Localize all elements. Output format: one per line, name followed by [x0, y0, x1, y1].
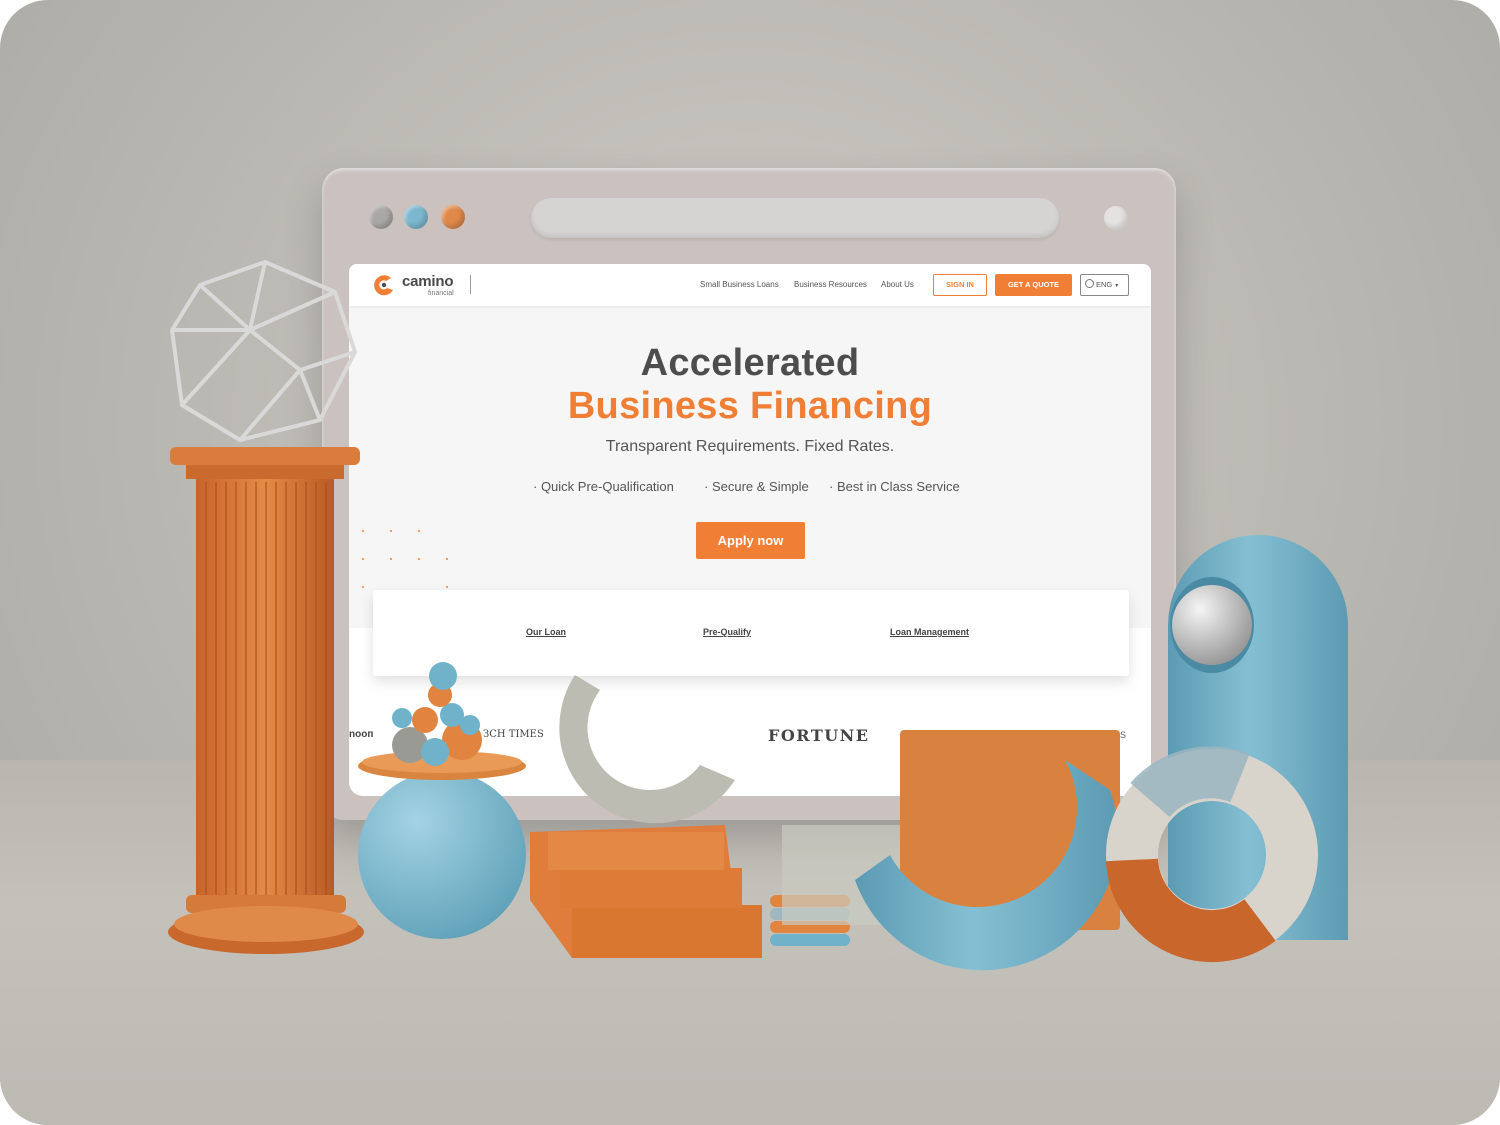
press-logo-partial-3: REUTERS: [1083, 730, 1127, 740]
nav-business-resources[interactable]: Business Resources: [794, 280, 867, 289]
language-selector[interactable]: ENG ▾: [1080, 274, 1129, 296]
sign-in-button[interactable]: SIGN IN: [933, 274, 987, 296]
nav-small-business-loans[interactable]: Small Business Loans: [700, 280, 779, 289]
language-label: ENG: [1096, 280, 1113, 289]
feature-bullet-secure: · Secure & Simple: [704, 479, 809, 494]
window-minimize-dot[interactable]: [404, 205, 428, 229]
website: camino financial Small Business Loans Bu…: [349, 264, 1151, 796]
tab-loan-management[interactable]: Loan Management: [890, 627, 969, 637]
address-bar[interactable]: [531, 198, 1059, 238]
loan-tabs-card: Our Loan Pre-Qualify Loan Management: [373, 590, 1129, 676]
chevron-down-icon: ▾: [1115, 283, 1119, 289]
feature-bullet-prequal: · Quick Pre-Qualification: [533, 479, 674, 494]
window-maximize-dot[interactable]: [441, 205, 465, 229]
feature-bullet-service: · Best in Class Service: [829, 479, 960, 494]
logo-subtitle: financial: [428, 290, 454, 297]
tab-our-loan[interactable]: Our Loan: [526, 627, 566, 637]
hero-title-line2: Business Financing: [567, 385, 933, 427]
get-a-quote-button[interactable]: GET A QUOTE: [995, 274, 1072, 296]
dot-pattern: [362, 530, 452, 592]
press-logo-fortune: FORTUNE: [768, 726, 870, 745]
browser-menu-button[interactable]: [1104, 206, 1128, 230]
camino-logo-icon[interactable]: [371, 274, 397, 296]
globe-icon: [1085, 279, 1094, 288]
apply-now-button[interactable]: Apply now: [696, 522, 805, 559]
press-logo-partial-2: ЗCH TIMES: [483, 729, 544, 740]
window-close-dot[interactable]: [369, 205, 393, 229]
scene-background: camino financial Small Business Loans Bu…: [0, 0, 1500, 1125]
hero-subtitle: Transparent Requirements. Fixed Rates.: [605, 438, 895, 455]
logo-divider: [470, 275, 471, 294]
hero-title-line1: Accelerated: [640, 342, 860, 384]
site-header: camino financial Small Business Loans Bu…: [349, 264, 1151, 306]
logo-wordmark[interactable]: camino: [402, 273, 454, 290]
tab-pre-qualify[interactable]: Pre-Qualify: [703, 627, 751, 637]
nav-about-us[interactable]: About Us: [881, 280, 914, 289]
press-logo-partial-1: nooп: [349, 729, 374, 740]
